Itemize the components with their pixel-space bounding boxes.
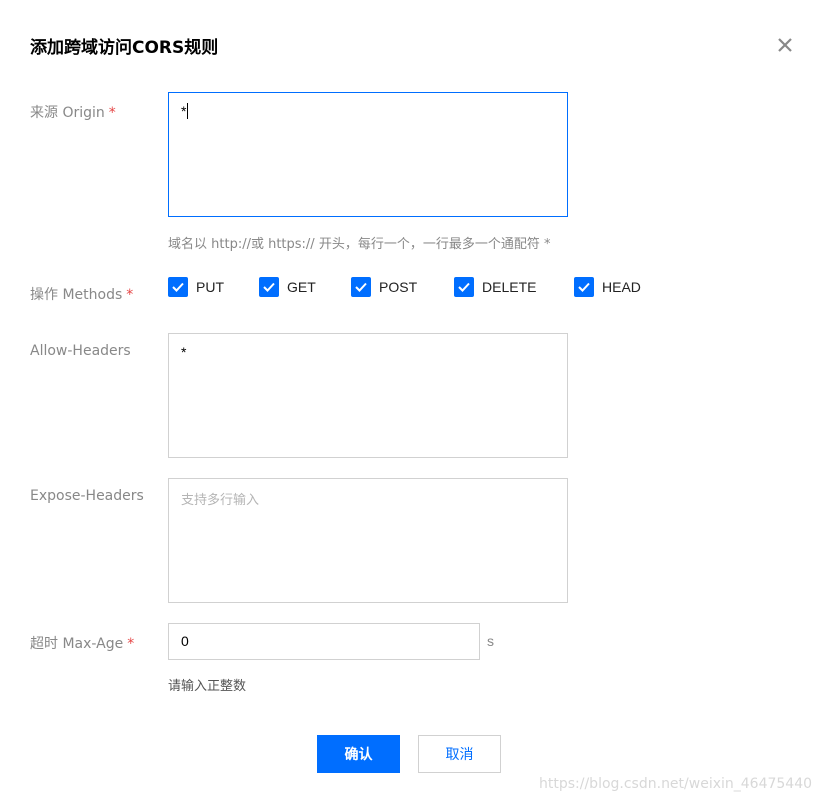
dialog-title: 添加跨域访问CORS规则 xyxy=(30,38,219,58)
watermark: https://blog.csdn.net/weixin_46475440 xyxy=(539,776,813,792)
methods-label-text: 操作 Methods xyxy=(30,287,123,303)
method-label: GET xyxy=(287,279,316,295)
max-age-label-text: 超时 Max-Age xyxy=(30,636,124,652)
close-icon xyxy=(778,38,792,52)
origin-label: 来源 Origin * xyxy=(30,102,116,122)
method-get[interactable]: GET xyxy=(259,276,316,298)
cancel-button[interactable]: 取消 xyxy=(418,735,501,773)
method-label: POST xyxy=(379,279,418,295)
origin-label-text: 来源 Origin xyxy=(30,105,105,121)
cors-rule-dialog: 添加跨域访问CORS规则 来源 Origin * * 域名以 http://或 h… xyxy=(0,0,820,803)
checkbox-checked-icon[interactable] xyxy=(454,277,474,297)
origin-hint: 域名以 http://或 https:// 开头，每行一个，一行最多一个通配符 … xyxy=(168,237,551,252)
method-put[interactable]: PUT xyxy=(168,276,224,298)
max-age-hint: 请输入正整数 xyxy=(168,679,247,694)
methods-label: 操作 Methods * xyxy=(30,284,133,304)
max-age-label: 超时 Max-Age * xyxy=(30,633,134,653)
method-post[interactable]: POST xyxy=(351,276,417,298)
expose-headers-textarea[interactable]: 支持多行输入 xyxy=(168,478,568,603)
method-head[interactable]: HEAD xyxy=(574,276,641,298)
required-mark: * xyxy=(126,287,134,303)
origin-value: * xyxy=(181,103,187,119)
expose-headers-label: Expose-Headers xyxy=(30,488,144,504)
close-button[interactable] xyxy=(772,32,798,58)
origin-textarea[interactable]: * xyxy=(168,92,568,217)
allow-headers-value: * xyxy=(181,344,187,360)
method-label: HEAD xyxy=(602,279,641,295)
max-age-input[interactable]: 0 xyxy=(168,623,480,660)
checkbox-checked-icon[interactable] xyxy=(351,277,371,297)
allow-headers-label: Allow-Headers xyxy=(30,343,131,359)
method-label: PUT xyxy=(196,279,224,295)
method-delete[interactable]: DELETE xyxy=(454,276,536,298)
checkbox-checked-icon[interactable] xyxy=(574,277,594,297)
text-caret xyxy=(187,103,189,119)
max-age-value: 0 xyxy=(181,633,189,649)
max-age-unit: s xyxy=(487,633,494,649)
required-mark: * xyxy=(108,105,116,121)
required-mark: * xyxy=(127,636,135,652)
allow-headers-textarea[interactable]: * xyxy=(168,333,568,458)
checkbox-checked-icon[interactable] xyxy=(259,277,279,297)
method-label: DELETE xyxy=(482,279,537,295)
expose-headers-placeholder: 支持多行输入 xyxy=(181,493,260,508)
confirm-button[interactable]: 确认 xyxy=(317,735,400,773)
checkbox-checked-icon[interactable] xyxy=(168,277,188,297)
